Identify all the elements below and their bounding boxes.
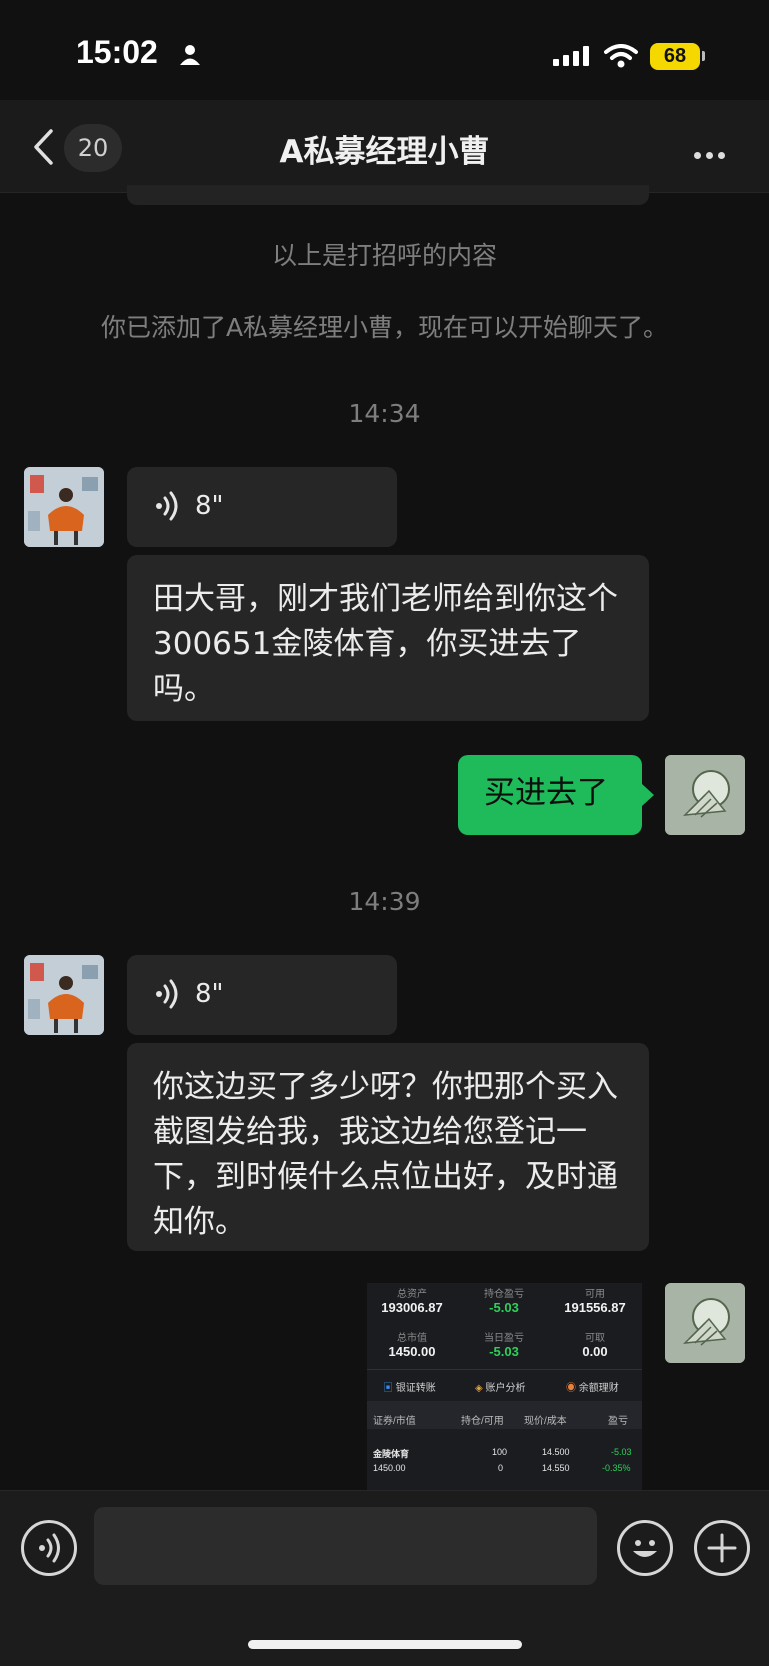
message-input[interactable] bbox=[94, 1507, 597, 1585]
available-value: 191556.87 bbox=[564, 1300, 626, 1315]
withdrawable-label: 可取 bbox=[585, 1333, 605, 1344]
battery-tip bbox=[702, 51, 705, 61]
col-price: 现价/成本 bbox=[524, 1416, 567, 1427]
my-avatar[interactable] bbox=[665, 1283, 745, 1363]
holding-pnl-label: 持仓盈亏 bbox=[484, 1289, 524, 1300]
chat-title: A私募经理小曹 bbox=[279, 134, 490, 170]
contact-avatar[interactable] bbox=[24, 955, 104, 1035]
greeting-note: 以上是打招呼的内容 bbox=[271, 241, 497, 270]
voice-input-button[interactable] bbox=[21, 1520, 77, 1576]
row-hold: 100 bbox=[492, 1447, 508, 1457]
emoji-button[interactable] bbox=[617, 1520, 673, 1576]
voice-icon bbox=[39, 1533, 60, 1563]
total-assets-label: 总资产 bbox=[397, 1289, 427, 1300]
timestamp: 14:39 bbox=[348, 887, 421, 916]
row-value: 1450.00 bbox=[373, 1463, 406, 1473]
contact-added-note: 你已添加了A私募经理小曹，现在可以开始聊天了。 bbox=[100, 313, 669, 342]
trading-screenshot-image[interactable]: 总资产 193006.87 持仓盈亏 -5.03 可用 191556.87 总市值 14… bbox=[367, 1283, 642, 1490]
available-label: 可用 bbox=[585, 1289, 605, 1300]
market-value-value: 1450.00 bbox=[388, 1344, 436, 1359]
battery-indicator: 68 bbox=[650, 43, 700, 70]
my-avatar[interactable] bbox=[665, 755, 745, 835]
balance-finance-link: ◉ 余额理财 bbox=[566, 1383, 619, 1394]
person-icon bbox=[180, 44, 200, 70]
withdrawable-value: 0.00 bbox=[582, 1344, 608, 1359]
voice-wave-icon bbox=[156, 491, 178, 521]
wifi-icon bbox=[604, 44, 638, 72]
row-price: 14.500 bbox=[542, 1447, 570, 1457]
timestamp: 14:34 bbox=[348, 399, 421, 428]
col-pnl: 盈亏 bbox=[608, 1416, 628, 1427]
text-message[interactable]: 你这边买了多少呀？你把那个买入截图发给我，我这边给您登记一下，到时候什么点位出好… bbox=[127, 1043, 649, 1251]
bank-transfer-link: ▣ 银证转账 bbox=[383, 1383, 436, 1394]
sent-text-message[interactable]: 买进去了 bbox=[458, 755, 642, 835]
emoji-icon bbox=[633, 1540, 657, 1557]
status-time: 15:02 bbox=[76, 34, 158, 70]
home-indicator bbox=[248, 1640, 522, 1649]
bubble-tail bbox=[642, 784, 654, 806]
total-assets-value: 193006.87 bbox=[381, 1300, 443, 1315]
voice-duration: 8" bbox=[195, 979, 224, 1009]
plus-icon bbox=[707, 1533, 737, 1563]
row-avail: 0 bbox=[498, 1463, 504, 1473]
voice-message[interactable]: 8" bbox=[127, 467, 397, 547]
voice-wave-icon bbox=[156, 979, 178, 1009]
text-message[interactable]: 田大哥，刚才我们老师给到你这个300651金陵体育，你买进去了吗。 bbox=[127, 555, 649, 721]
voice-duration: 8" bbox=[195, 491, 224, 521]
col-security: 证券/市值 bbox=[373, 1416, 416, 1427]
cellular-signal-icon bbox=[553, 46, 593, 70]
voice-message[interactable]: 8" bbox=[127, 955, 397, 1035]
row-pnl-pct: -0.35% bbox=[602, 1463, 631, 1473]
col-holding: 持仓/可用 bbox=[461, 1416, 504, 1427]
daily-pnl-value: -5.03 bbox=[489, 1344, 519, 1359]
contact-avatar[interactable] bbox=[24, 467, 104, 547]
previous-message-bubble bbox=[127, 185, 649, 205]
add-attachment-button[interactable] bbox=[694, 1520, 750, 1576]
daily-pnl-label: 当日盈亏 bbox=[484, 1333, 524, 1344]
row-pnl: -5.03 bbox=[611, 1447, 632, 1457]
row-name: 金陵体育 bbox=[373, 1449, 410, 1459]
market-value-label: 总市值 bbox=[397, 1333, 427, 1344]
row-cost: 14.550 bbox=[542, 1463, 570, 1473]
holding-pnl-value: -5.03 bbox=[489, 1300, 519, 1315]
more-options-icon[interactable] bbox=[694, 144, 730, 163]
account-analysis-link: ◈ 账户分析 bbox=[475, 1383, 526, 1394]
